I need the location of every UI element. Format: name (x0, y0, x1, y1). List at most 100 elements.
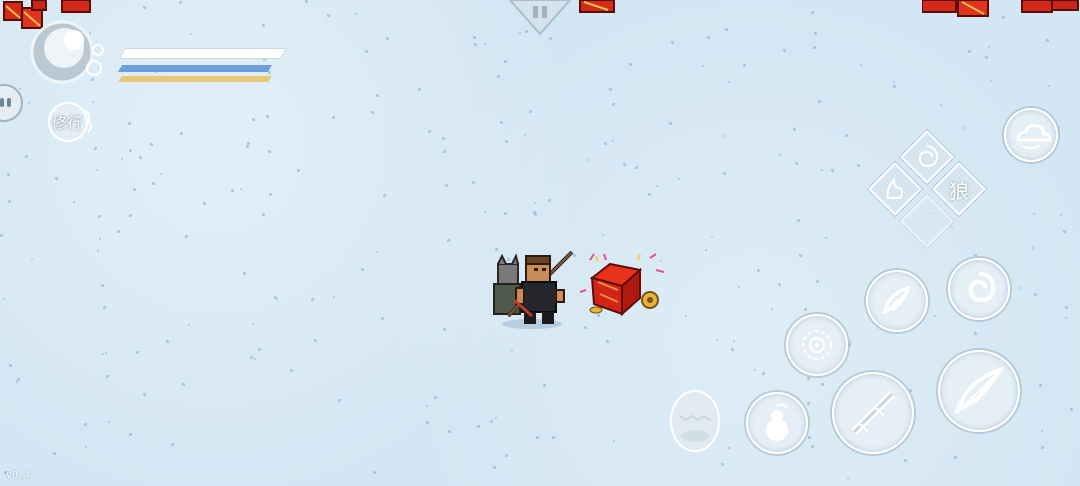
treasure-chest[interactable] (579, 250, 670, 320)
slash-icon (954, 366, 1005, 415)
snow-speck (799, 254, 802, 257)
snow-speck (376, 251, 378, 253)
snow-speck (495, 417, 497, 419)
snow-speck (25, 155, 28, 158)
snow-speck (490, 420, 493, 423)
snow-speck (448, 430, 451, 433)
snow-speck (1065, 306, 1068, 309)
snow-speck (548, 199, 551, 202)
snow-speck (262, 213, 265, 216)
snow-speck (129, 214, 132, 217)
snow-speck (311, 298, 314, 301)
snow-speck (771, 308, 773, 310)
snow-speck (845, 134, 848, 137)
snow-speck (250, 356, 253, 359)
snow-speck (473, 36, 476, 39)
snow-speck (73, 201, 75, 203)
pause-button[interactable] (508, 0, 572, 36)
snow-speck (53, 452, 56, 455)
egg-button[interactable] (664, 384, 726, 454)
snow-speck (7, 173, 10, 176)
snow-speck (549, 37, 552, 40)
whirl-icon (918, 145, 939, 168)
snow-speck (0, 234, 3, 237)
snow-speck (94, 147, 97, 150)
snow-speck (685, 315, 687, 317)
snow-speck (442, 137, 445, 140)
cultivate-label: 修行 (52, 114, 83, 132)
snow-speck (98, 215, 101, 218)
snow-speck (857, 164, 860, 167)
snow-speck (779, 154, 781, 156)
gourd-button[interactable] (746, 392, 808, 454)
snow-speck (493, 466, 496, 469)
snow-speck (1065, 317, 1067, 319)
vortex-skill-button[interactable] (786, 314, 848, 376)
snow-speck (258, 348, 261, 351)
snow-speck (951, 226, 953, 228)
energy-bar (118, 76, 272, 82)
snow-speck (807, 402, 810, 405)
snow-speck (721, 463, 724, 466)
snow-speck (500, 121, 503, 124)
staff-strike-button[interactable] (832, 372, 914, 454)
snow-speck (426, 421, 429, 424)
snow-speck (848, 343, 851, 346)
snow-speck (103, 306, 106, 309)
snow-speck (990, 80, 992, 82)
snow-speck (1046, 39, 1049, 42)
snow-speck (821, 169, 823, 171)
lantern-icon (60, 0, 94, 16)
snow-speck (373, 471, 376, 474)
snow-speck (733, 340, 735, 342)
snow-speck (333, 296, 335, 298)
snow-speck (426, 405, 428, 407)
slash-skill-button[interactable] (938, 350, 1020, 432)
snow-speck (1034, 293, 1037, 296)
snow-speck (381, 317, 384, 320)
snow-speck (185, 235, 188, 238)
snow-speck (759, 471, 761, 473)
snow-speck (974, 254, 977, 257)
snow-speck (327, 14, 330, 17)
snow-speck (1033, 213, 1035, 215)
snow-speck (383, 194, 386, 197)
snow-speck (783, 49, 786, 52)
snow-speck (904, 459, 907, 462)
snow-speck (182, 383, 185, 386)
snow-speck (484, 43, 486, 45)
snow-speck (612, 140, 614, 142)
snow-speck (567, 151, 569, 153)
snow-speck (934, 315, 936, 317)
snow-speck (474, 43, 477, 46)
snow-speck (754, 369, 756, 371)
chat-button[interactable] (0, 82, 24, 124)
snow-speck (418, 88, 421, 91)
character-portrait[interactable] (24, 18, 106, 86)
snow-field-background (0, 0, 1080, 486)
snow-speck (243, 272, 246, 275)
snow-speck (376, 94, 379, 97)
snow-speck (297, 169, 300, 172)
snow-speck (629, 63, 632, 66)
snow-speck (180, 132, 183, 135)
snow-speck (985, 56, 988, 59)
snow-speck (731, 348, 734, 351)
snow-speck (443, 328, 446, 331)
snow-speck (671, 41, 674, 44)
player-character (480, 250, 576, 330)
snow-speck (505, 140, 508, 143)
spiral-skill-button[interactable] (948, 258, 1010, 320)
cloud-icon (1016, 124, 1052, 149)
cultivate-button[interactable]: 修行 (44, 100, 96, 144)
snow-speck (825, 237, 827, 239)
snow-speck (338, 399, 341, 402)
snow-speck (240, 188, 242, 190)
snow-speck (613, 440, 615, 442)
snow-speck (1060, 214, 1062, 216)
cloud-button[interactable] (1004, 108, 1058, 162)
feather-skill-button[interactable] (866, 270, 928, 332)
snow-speck (893, 85, 896, 88)
snow-speck (988, 46, 990, 48)
snow-speck (723, 172, 726, 175)
